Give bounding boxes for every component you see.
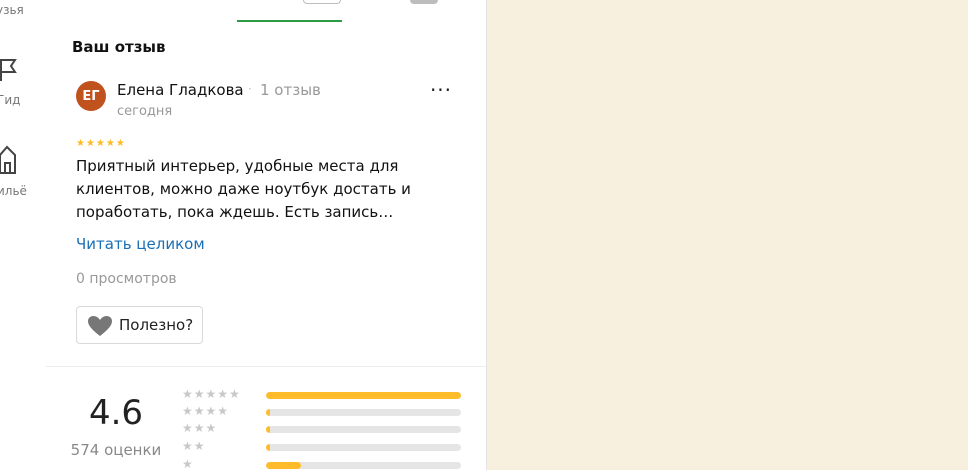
rating-distribution-row[interactable]: ★★	[182, 439, 482, 454]
distribution-bar-track	[266, 409, 461, 416]
distribution-bar-fill	[266, 426, 270, 433]
housing-icon[interactable]	[0, 143, 21, 179]
review-text: Приятный интерьер, удобные места для кли…	[76, 157, 411, 221]
distribution-bar-track	[266, 392, 461, 399]
review-date: сегодня	[117, 104, 173, 119]
read-more-link[interactable]: Читать целиком	[76, 235, 205, 253]
distribution-bar-fill	[266, 392, 461, 399]
distribution-bar-track	[266, 462, 461, 469]
review-stars: ★★★★★	[76, 138, 126, 149]
left-nav-rail: узья Гид ильё	[0, 0, 47, 470]
rating-distribution-row[interactable]: ★★★	[182, 421, 482, 436]
rail-item-friends-label[interactable]: узья	[0, 3, 24, 17]
distribution-bar-track	[266, 426, 461, 433]
distribution-bar-track	[266, 444, 461, 451]
active-tab-indicator	[237, 20, 342, 22]
tabs-strip	[46, 0, 486, 22]
heart-icon	[87, 315, 113, 341]
distribution-stars: ★★★★	[182, 404, 230, 418]
distribution-bar-fill	[266, 462, 302, 469]
tab-chip[interactable]	[303, 0, 341, 4]
distribution-bar-fill	[266, 444, 270, 451]
tab-chip[interactable]	[410, 0, 438, 4]
place-panel: Ваш отзыв ЕГ Елена Гладкова · 1 отзыв се…	[46, 0, 487, 470]
avatar[interactable]: ЕГ	[76, 81, 106, 111]
rail-item-guide-label[interactable]: Гид	[0, 93, 20, 107]
more-options-icon[interactable]: ···	[427, 80, 455, 106]
divider	[46, 366, 486, 367]
distribution-stars: ★★★	[182, 421, 218, 435]
views-count: 0 просмотров	[76, 271, 177, 287]
rating-count: 574 оценки	[70, 441, 162, 459]
useful-button-label: Полезно?	[119, 316, 194, 334]
useful-button[interactable]: Полезно?	[76, 306, 203, 344]
section-title: Ваш отзыв	[72, 38, 166, 56]
rating-distribution-row[interactable]: ★	[182, 457, 482, 470]
rating-distribution-row[interactable]: ★★★★★	[182, 387, 482, 402]
distribution-stars: ★★	[182, 439, 206, 453]
rail-item-housing-label[interactable]: ильё	[0, 184, 27, 198]
distribution-stars: ★★★★★	[182, 387, 241, 401]
author-name[interactable]: Елена Гладкова	[117, 81, 244, 99]
rating-value: 4.6	[88, 393, 144, 433]
map-area[interactable]	[487, 0, 968, 470]
separator-dot: ·	[248, 82, 252, 96]
author-reviews-count: 1 отзыв	[260, 81, 321, 99]
distribution-stars: ★	[182, 457, 194, 470]
flag-icon[interactable]	[0, 57, 21, 87]
rating-distribution-row[interactable]: ★★★★	[182, 404, 482, 419]
distribution-bar-fill	[266, 409, 270, 416]
